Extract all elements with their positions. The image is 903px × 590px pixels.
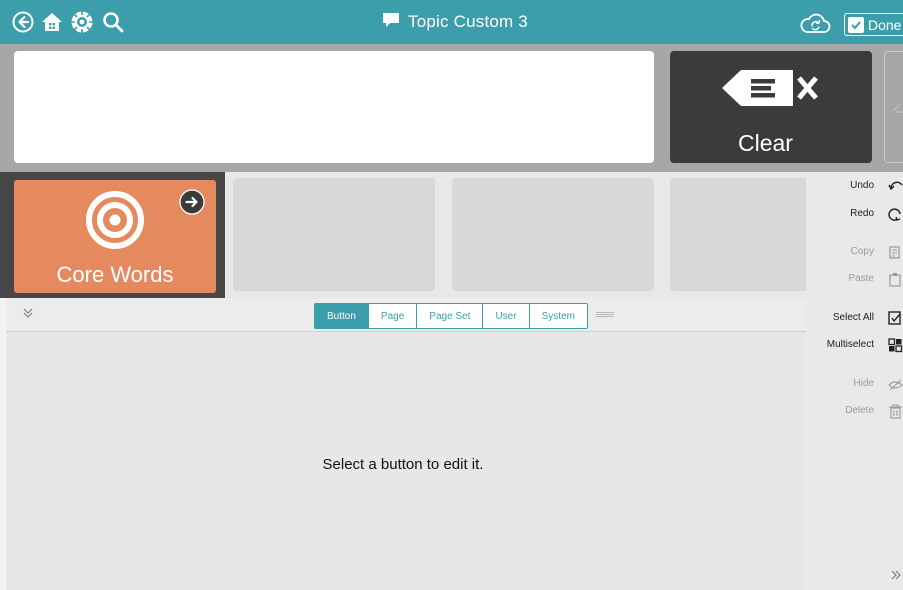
drag-handle-icon[interactable] — [596, 312, 614, 317]
search-icon[interactable] — [101, 10, 125, 34]
paste-button[interactable]: Paste — [848, 273, 874, 284]
copy-icon[interactable] — [888, 245, 903, 260]
erase-x-icon — [719, 66, 823, 115]
editor-tabs: Button Page Page Set User System — [314, 303, 588, 329]
copy-button[interactable]: Copy — [851, 246, 874, 257]
back-icon[interactable] — [11, 10, 35, 34]
tab-button[interactable]: Button — [315, 304, 369, 328]
edit-placeholder-message: Select a button to edit it. — [322, 456, 484, 473]
delete-button[interactable]: Delete — [845, 405, 874, 416]
partial-button[interactable] — [884, 51, 903, 163]
checkmark-icon — [848, 16, 864, 33]
core-words-label: Core Words — [56, 262, 174, 287]
undo-icon[interactable] — [888, 179, 903, 194]
left-edge — [0, 298, 6, 590]
expand-chevron-icon[interactable] — [890, 569, 902, 584]
cloud-sync-icon[interactable] — [799, 11, 831, 35]
redo-button[interactable]: Redo — [850, 208, 874, 219]
trash-icon[interactable] — [888, 404, 903, 419]
home-icon[interactable] — [40, 10, 64, 34]
clear-label: Clear — [738, 130, 793, 156]
tab-system[interactable]: System — [529, 304, 587, 328]
hide-button[interactable]: Hide — [853, 378, 874, 389]
done-label: Done — [868, 16, 902, 33]
core-words-button[interactable]: Core Words — [14, 180, 216, 293]
tab-user[interactable]: User — [483, 304, 530, 328]
page-title: Topic Custom 3 — [382, 0, 528, 44]
speech-bubble-icon — [382, 12, 400, 33]
multiselect-icon[interactable] — [888, 338, 903, 353]
settings-icon[interactable] — [70, 10, 94, 34]
redo-icon[interactable] — [888, 207, 903, 222]
select-all-icon[interactable] — [888, 311, 903, 326]
paste-icon[interactable] — [888, 272, 903, 287]
done-button[interactable]: Done — [844, 13, 903, 36]
hide-icon[interactable] — [888, 377, 903, 392]
page-title-text: Topic Custom 3 — [408, 12, 528, 31]
app-window: Topic Custom 3 Done Clear Core Words Und… — [0, 0, 903, 590]
target-icon — [86, 191, 144, 254]
empty-cell[interactable] — [452, 178, 654, 291]
collapse-chevron-icon[interactable] — [22, 307, 34, 322]
select-all-button[interactable]: Select All — [833, 312, 874, 323]
empty-cell[interactable] — [233, 178, 435, 291]
arrow-right-circle-icon — [179, 189, 205, 220]
empty-cell[interactable] — [670, 178, 806, 291]
undo-button[interactable]: Undo — [850, 180, 874, 191]
tab-page[interactable]: Page — [368, 304, 418, 328]
top-bar: Topic Custom 3 Done — [0, 0, 903, 44]
tab-page-set[interactable]: Page Set — [417, 304, 484, 328]
multiselect-button[interactable]: Multiselect — [827, 339, 874, 350]
message-window[interactable] — [14, 51, 654, 163]
